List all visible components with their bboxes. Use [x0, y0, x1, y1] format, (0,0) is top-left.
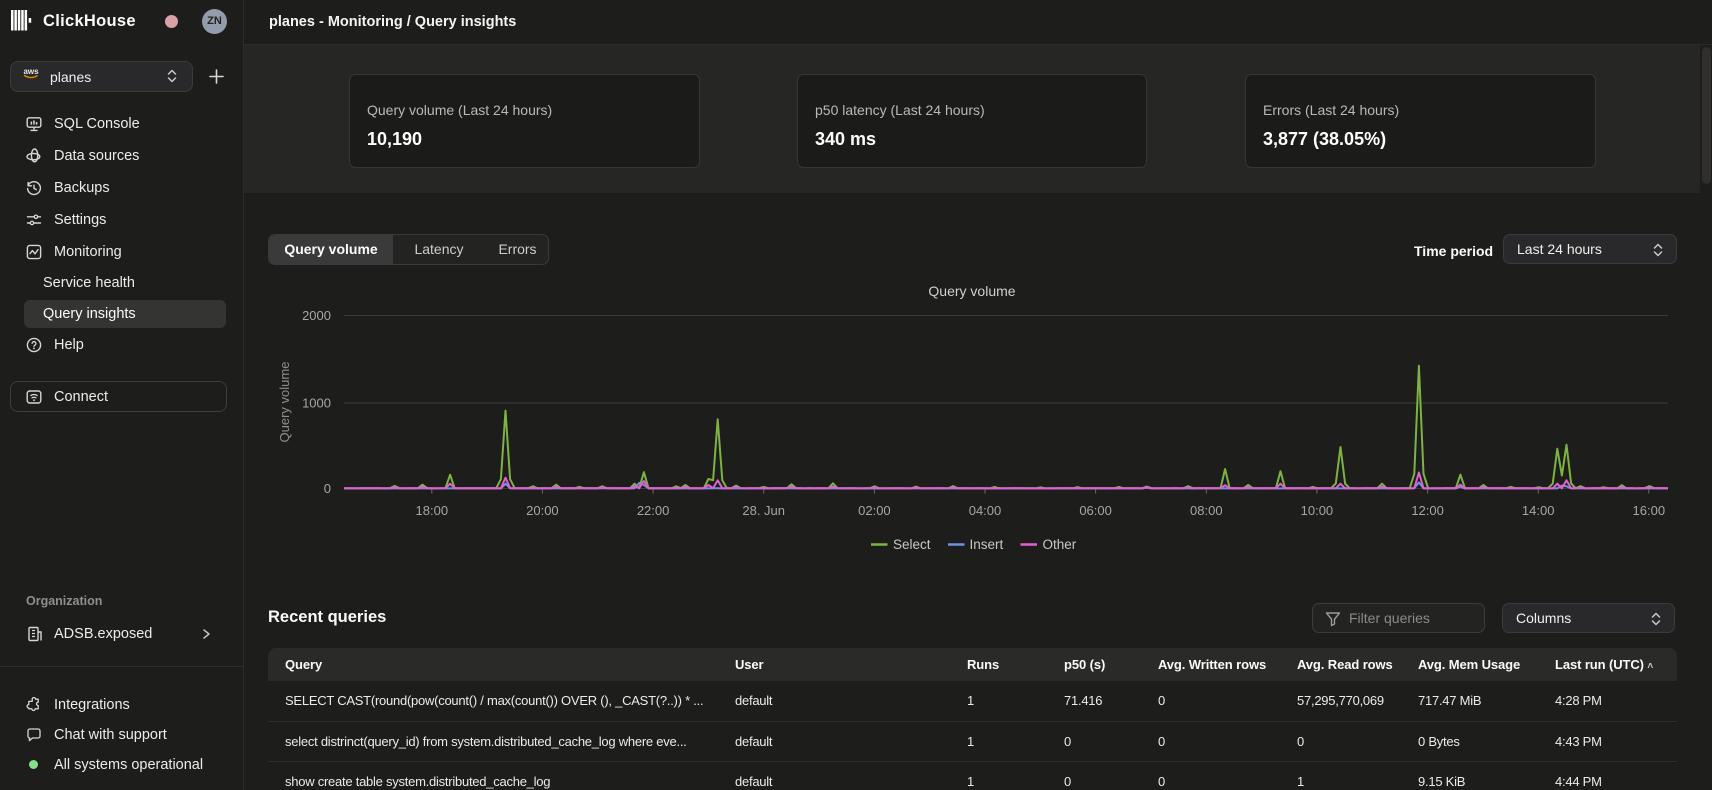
svg-text:1000: 1000: [302, 396, 331, 411]
svg-text:28. Jun: 28. Jun: [742, 503, 785, 518]
svg-text:16:00: 16:00: [1633, 503, 1666, 518]
svg-text:Query volume: Query volume: [928, 283, 1015, 299]
svg-text:Select: Select: [893, 537, 931, 552]
svg-text:10:00: 10:00: [1301, 503, 1334, 518]
svg-text:20:00: 20:00: [526, 503, 559, 518]
svg-text:Other: Other: [1043, 537, 1077, 552]
svg-text:Query volume: Query volume: [277, 362, 292, 443]
svg-text:22:00: 22:00: [637, 503, 670, 518]
svg-text:02:00: 02:00: [858, 503, 891, 518]
svg-text:04:00: 04:00: [969, 503, 1002, 518]
svg-text:18:00: 18:00: [416, 503, 449, 518]
svg-text:12:00: 12:00: [1411, 503, 1444, 518]
svg-text:aws: aws: [23, 67, 39, 76]
svg-text:2000: 2000: [302, 308, 331, 323]
svg-text:0: 0: [324, 481, 331, 496]
svg-text:08:00: 08:00: [1190, 503, 1223, 518]
svg-text:Insert: Insert: [970, 537, 1004, 552]
svg-text:14:00: 14:00: [1522, 503, 1555, 518]
svg-text:06:00: 06:00: [1079, 503, 1112, 518]
